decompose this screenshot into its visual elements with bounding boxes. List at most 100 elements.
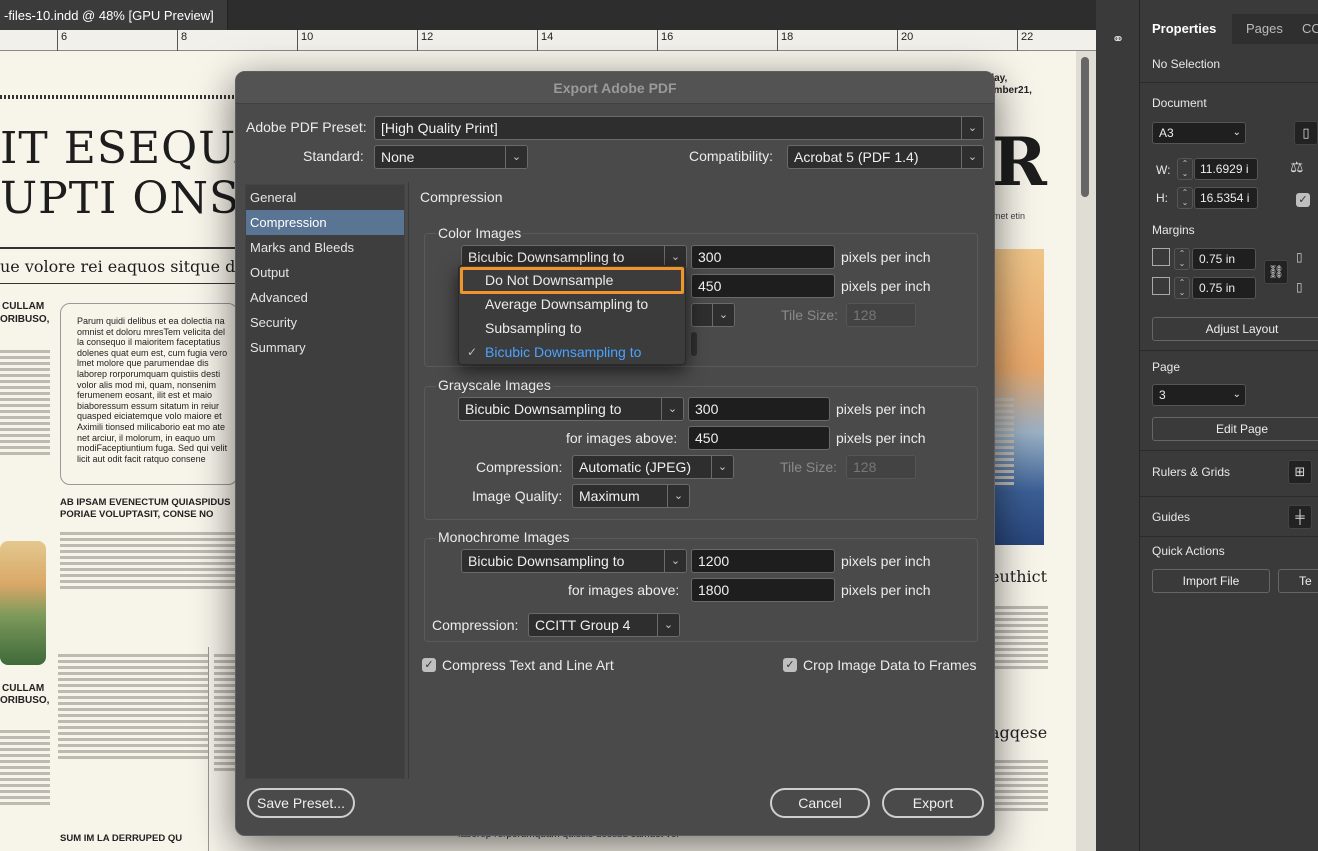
above-label: for images above:: [568, 582, 680, 598]
quick-actions-label: Quick Actions: [1152, 544, 1225, 558]
ruler-icon[interactable]: ⊞: [1288, 460, 1312, 484]
compress-text-checkbox[interactable]: ✓: [422, 658, 436, 672]
crop-image-label: Crop Image Data to Frames: [803, 657, 977, 673]
crop-image-checkbox[interactable]: ✓: [783, 658, 797, 672]
document-tab[interactable]: -files-10.indd @ 48% [GPU Preview]: [0, 0, 228, 30]
mono-above-input[interactable]: 1800: [691, 578, 835, 602]
tab-properties[interactable]: Properties: [1140, 14, 1232, 44]
group-title: Monochrome Images: [436, 529, 572, 545]
menu-item-average-downsampling[interactable]: Average Downsampling to: [459, 292, 685, 316]
settings-nav: General Compression Marks and Bleeds Out…: [245, 184, 405, 779]
ruler-tick: 22: [1017, 30, 1033, 51]
portrait-icon[interactable]: ▯: [1294, 121, 1318, 145]
landscape-image: [0, 541, 46, 665]
divider: [0, 283, 236, 284]
height-stepper[interactable]: ⌃ ⌄: [1177, 187, 1193, 209]
tab-cc[interactable]: CC: [1290, 14, 1318, 44]
nav-output[interactable]: Output: [246, 260, 404, 285]
link-icon[interactable]: ⚭: [1104, 28, 1132, 52]
edit-page-button[interactable]: Edit Page: [1152, 417, 1318, 441]
scroll-thumb[interactable]: [1081, 57, 1089, 197]
image-quality-label: Image Quality:: [472, 488, 563, 504]
page-size-select[interactable]: A3 ⌄: [1152, 122, 1246, 144]
link-margins-icon[interactable]: ⛓: [1264, 260, 1288, 284]
page-select[interactable]: 3 ⌄: [1152, 384, 1246, 406]
chevron-down-icon: ⌄: [657, 614, 679, 636]
menu-item-subsampling[interactable]: Subsampling to: [459, 316, 685, 340]
group-title: Grayscale Images: [436, 377, 553, 393]
group-title: Color Images: [436, 225, 524, 241]
nav-advanced[interactable]: Advanced: [246, 285, 404, 310]
kicker: ORIBUSO,: [0, 695, 50, 706]
width-stepper[interactable]: ⌃ ⌄: [1177, 158, 1193, 180]
width-input[interactable]: 11.6929 i: [1194, 158, 1258, 180]
export-pdf-dialog: Export Adobe PDF Adobe PDF Preset: [High…: [235, 71, 995, 836]
adjust-layout-button[interactable]: Adjust Layout: [1152, 317, 1318, 341]
panel-tabs: Properties Pages CC: [1140, 14, 1318, 44]
binding-icon[interactable]: ⚖: [1290, 158, 1303, 176]
gray-above-input[interactable]: 450: [688, 426, 830, 450]
standard-label: Standard:: [303, 148, 364, 164]
cancel-button[interactable]: Cancel: [770, 788, 870, 818]
nav-security[interactable]: Security: [246, 310, 404, 335]
units-label: pixels per inch: [841, 278, 931, 294]
height-input[interactable]: 16.5354 i: [1194, 187, 1258, 209]
tab-pages[interactable]: Pages: [1234, 14, 1295, 44]
ruler-tick: 16: [657, 30, 673, 51]
gray-quality-select[interactable]: Maximum ⌄: [572, 484, 690, 508]
margin-top-input[interactable]: 0.75 in: [1192, 248, 1256, 270]
vertical-scrollbar[interactable]: [1076, 51, 1096, 851]
import-file-button[interactable]: Import File: [1152, 569, 1270, 593]
standard-value: None: [381, 149, 415, 165]
mono-compression-select[interactable]: CCITT Group 4 ⌄: [528, 613, 680, 637]
margin-bottom-input[interactable]: 0.75 in: [1192, 277, 1256, 299]
margin-top-stepper[interactable]: ⌃ ⌄: [1174, 248, 1190, 270]
section-heading: AB IPSAM EVENECTUM QUIASPIDUS PORIAE VOL…: [60, 497, 231, 520]
color-downsample-value: Bicubic Downsampling to: [468, 249, 625, 265]
color-tile-size-input[interactable]: 128: [846, 303, 916, 327]
divider: [1140, 82, 1318, 83]
width-label: W:: [1156, 163, 1171, 177]
guides-icon[interactable]: ╪: [1288, 505, 1312, 529]
preset-select[interactable]: [High Quality Print] ⌄: [374, 116, 984, 140]
body-column: [58, 651, 208, 821]
compatibility-label: Compatibility:: [689, 148, 774, 164]
color-above-input[interactable]: 450: [691, 274, 835, 298]
nav-general[interactable]: General: [246, 185, 404, 210]
gray-downsample-select[interactable]: Bicubic Downsampling to ⌄: [458, 397, 684, 421]
nav-summary[interactable]: Summary: [246, 335, 404, 360]
facing-pages-checkbox[interactable]: ✓: [1296, 193, 1310, 207]
color-compression-select[interactable]: ⌄: [691, 303, 735, 327]
menu-item-bicubic-downsampling[interactable]: ✓ Bicubic Downsampling to: [459, 340, 685, 364]
body-column: [0, 347, 50, 527]
chevron-down-icon: ⌄: [961, 117, 983, 139]
save-preset-button[interactable]: Save Preset...: [247, 788, 355, 818]
date-line: day, ember21,: [988, 73, 1032, 96]
color-quality-select[interactable]: [691, 332, 697, 356]
margin-bottom-stepper[interactable]: ⌃ ⌄: [1174, 277, 1190, 299]
color-ppi-input[interactable]: 300: [691, 245, 835, 269]
mono-downsample-select[interactable]: Bicubic Downsampling to ⌄: [461, 549, 687, 573]
chevron-down-icon: ⌄: [1232, 127, 1241, 138]
chevron-down-icon: ⌄: [664, 550, 686, 572]
gray-tile-size-input[interactable]: 128: [846, 455, 916, 479]
margin-bottom-icon: [1152, 277, 1170, 295]
mono-ppi-input[interactable]: 1200: [691, 549, 835, 573]
export-button[interactable]: Export: [882, 788, 984, 818]
gray-compression-select[interactable]: Automatic (JPEG) ⌄: [572, 455, 734, 479]
nav-marks-and-bleeds[interactable]: Marks and Bleeds: [246, 235, 404, 260]
above-label: for images above:: [566, 430, 678, 446]
selection-status: No Selection: [1152, 57, 1221, 71]
body-column: [994, 395, 1014, 545]
column-heading: agqese: [990, 723, 1048, 742]
text-button[interactable]: Te: [1278, 569, 1318, 593]
gray-ppi-input[interactable]: 300: [688, 397, 830, 421]
nav-compression[interactable]: Compression: [246, 210, 404, 235]
standard-select[interactable]: None ⌄: [374, 145, 528, 169]
units-label: pixels per inch: [841, 249, 931, 265]
compatibility-select[interactable]: Acrobat 5 (PDF 1.4) ⌄: [787, 145, 984, 169]
body-column: [994, 757, 1048, 851]
divider: [1140, 536, 1318, 537]
chevron-down-icon: ⌄: [661, 398, 683, 420]
body-column: [994, 603, 1048, 713]
